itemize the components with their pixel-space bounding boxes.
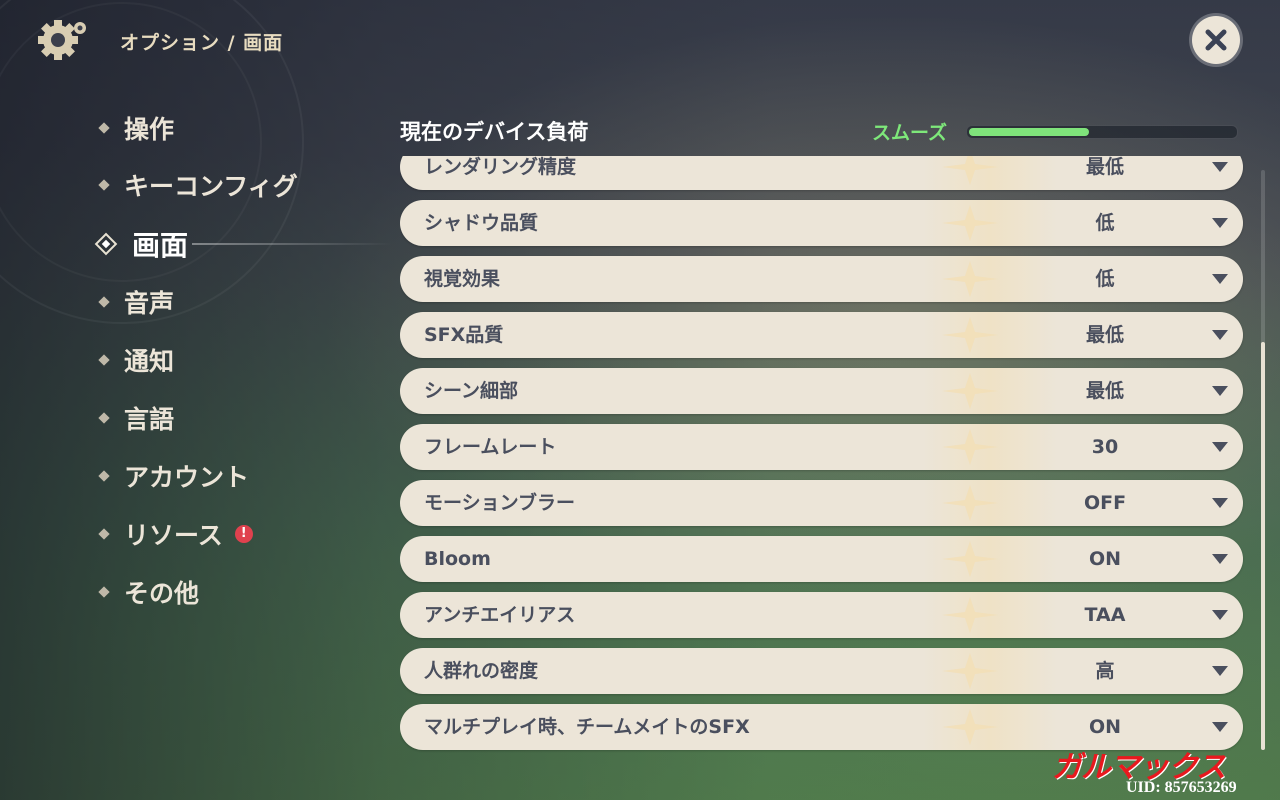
setting-value: 最低 — [1085, 324, 1124, 346]
setting-value: TAA — [1084, 604, 1126, 626]
diamond-icon — [98, 528, 110, 540]
diamond-icon — [98, 122, 110, 134]
close-icon — [1205, 29, 1227, 51]
device-load-fill — [969, 128, 1089, 136]
star-decoration — [942, 597, 998, 633]
scrollbar-thumb[interactable] — [1261, 342, 1265, 750]
setting-label: モーションブラー — [424, 492, 576, 514]
device-load-bar — [966, 125, 1238, 139]
setting-value: 30 — [1091, 436, 1119, 458]
diamond-selected-icon — [94, 232, 118, 256]
alert-icon: ! — [234, 525, 253, 543]
uid-label: UID: 857653269 — [1126, 779, 1237, 796]
setting-label: SFX品質 — [424, 324, 504, 346]
setting-label: 視覚効果 — [424, 268, 501, 290]
dropdown-caret-icon[interactable] — [1212, 554, 1228, 564]
setting-row-bloom[interactable]: Bloom ON — [400, 536, 1243, 582]
diamond-icon — [98, 412, 110, 424]
dropdown-caret-icon[interactable] — [1212, 666, 1228, 676]
setting-row-motion-blur[interactable]: モーションブラー OFF — [400, 480, 1243, 526]
diamond-icon — [98, 470, 110, 482]
nav-item-graphics[interactable]: 画面 — [94, 224, 392, 264]
diamond-icon — [98, 354, 110, 366]
gear-icon — [36, 18, 88, 62]
nav-item-language[interactable]: 言語 — [96, 398, 174, 438]
dropdown-caret-icon[interactable] — [1212, 274, 1228, 284]
setting-label: 人群れの密度 — [424, 660, 539, 682]
nav-item-label: 画面 — [132, 229, 189, 262]
setting-label: フレームレート — [424, 436, 557, 458]
setting-row-sfx-quality[interactable]: SFX品質 最低 — [400, 312, 1243, 358]
setting-value: OFF — [1083, 492, 1127, 514]
nav-item-label: 音声 — [124, 289, 175, 318]
nav-item-label: その他 — [124, 579, 200, 608]
dropdown-caret-icon[interactable] — [1212, 330, 1228, 340]
nav-item-notifications[interactable]: 通知 — [96, 340, 174, 380]
setting-label: レンダリング精度 — [424, 156, 577, 178]
setting-value: 最低 — [1085, 380, 1124, 402]
sparkle-trail — [192, 243, 392, 245]
nav-item-label: 通知 — [124, 347, 175, 376]
star-decoration — [942, 541, 998, 577]
setting-label: シャドウ品質 — [424, 212, 539, 234]
nav-item-other[interactable]: その他 — [96, 572, 199, 612]
nav-item-label: キーコンフィグ — [124, 172, 298, 201]
diamond-icon — [98, 586, 110, 598]
setting-value: 最低 — [1085, 156, 1124, 178]
setting-row-scene-detail[interactable]: シーン細部 最低 — [400, 368, 1243, 414]
diamond-icon — [98, 296, 110, 308]
setting-row-visual-effects[interactable]: 視覚効果 低 — [400, 256, 1243, 302]
setting-row-anti-aliasing[interactable]: アンチエイリアス TAA — [400, 592, 1243, 638]
star-decoration — [942, 156, 998, 185]
setting-value: ON — [1088, 548, 1122, 570]
nav-item-controls[interactable]: 操作 — [96, 108, 174, 148]
setting-row-shadow-quality[interactable]: シャドウ品質 低 — [400, 200, 1243, 246]
star-decoration — [942, 429, 998, 465]
diamond-icon — [98, 179, 110, 191]
nav-item-resources[interactable]: リソース ! — [96, 514, 253, 554]
nav-item-audio[interactable]: 音声 — [96, 282, 174, 322]
star-decoration — [942, 373, 998, 409]
star-decoration — [942, 485, 998, 521]
setting-label: シーン細部 — [424, 380, 519, 402]
dropdown-caret-icon[interactable] — [1212, 610, 1228, 620]
close-button[interactable] — [1192, 16, 1240, 64]
graphics-settings-list[interactable]: レンダリング精度 最低 シャドウ品質 低 視覚効果 低 SFX品質 最低 シーン… — [400, 156, 1246, 756]
dropdown-caret-icon[interactable] — [1212, 386, 1228, 396]
setting-value: 低 — [1095, 212, 1115, 234]
nav-item-label: 言語 — [124, 405, 175, 434]
setting-label: マルチプレイ時、チームメイトのSFX — [424, 716, 750, 738]
dropdown-caret-icon[interactable] — [1212, 498, 1228, 508]
breadcrumb: オプション / 画面 — [120, 32, 284, 54]
dropdown-caret-icon[interactable] — [1212, 442, 1228, 452]
nav-item-label: アカウント — [124, 463, 250, 492]
device-load-status: スムーズ — [872, 122, 948, 144]
nav-item-label: 操作 — [124, 115, 175, 144]
setting-row-crowd-density[interactable]: 人群れの密度 高 — [400, 648, 1243, 694]
dropdown-caret-icon[interactable] — [1212, 722, 1228, 732]
star-decoration — [942, 653, 998, 689]
dropdown-caret-icon[interactable] — [1212, 162, 1228, 172]
setting-label: Bloom — [424, 548, 491, 570]
nav-item-account[interactable]: アカウント — [96, 456, 249, 496]
device-load-title: 現在のデバイス負荷 — [400, 120, 589, 144]
setting-label: アンチエイリアス — [424, 604, 576, 626]
setting-row-frame-rate[interactable]: フレームレート 30 — [400, 424, 1243, 470]
nav-item-label: リソース — [124, 521, 223, 550]
star-decoration — [942, 709, 998, 745]
setting-value: 高 — [1095, 660, 1115, 682]
star-decoration — [942, 205, 998, 241]
scrollbar-track[interactable] — [1261, 170, 1265, 750]
star-decoration — [942, 261, 998, 297]
dropdown-caret-icon[interactable] — [1212, 218, 1228, 228]
setting-row-render-resolution[interactable]: レンダリング精度 最低 — [400, 156, 1243, 190]
star-decoration — [942, 317, 998, 353]
nav-item-key-config[interactable]: キーコンフィグ — [96, 165, 298, 205]
setting-value: 低 — [1095, 268, 1115, 290]
